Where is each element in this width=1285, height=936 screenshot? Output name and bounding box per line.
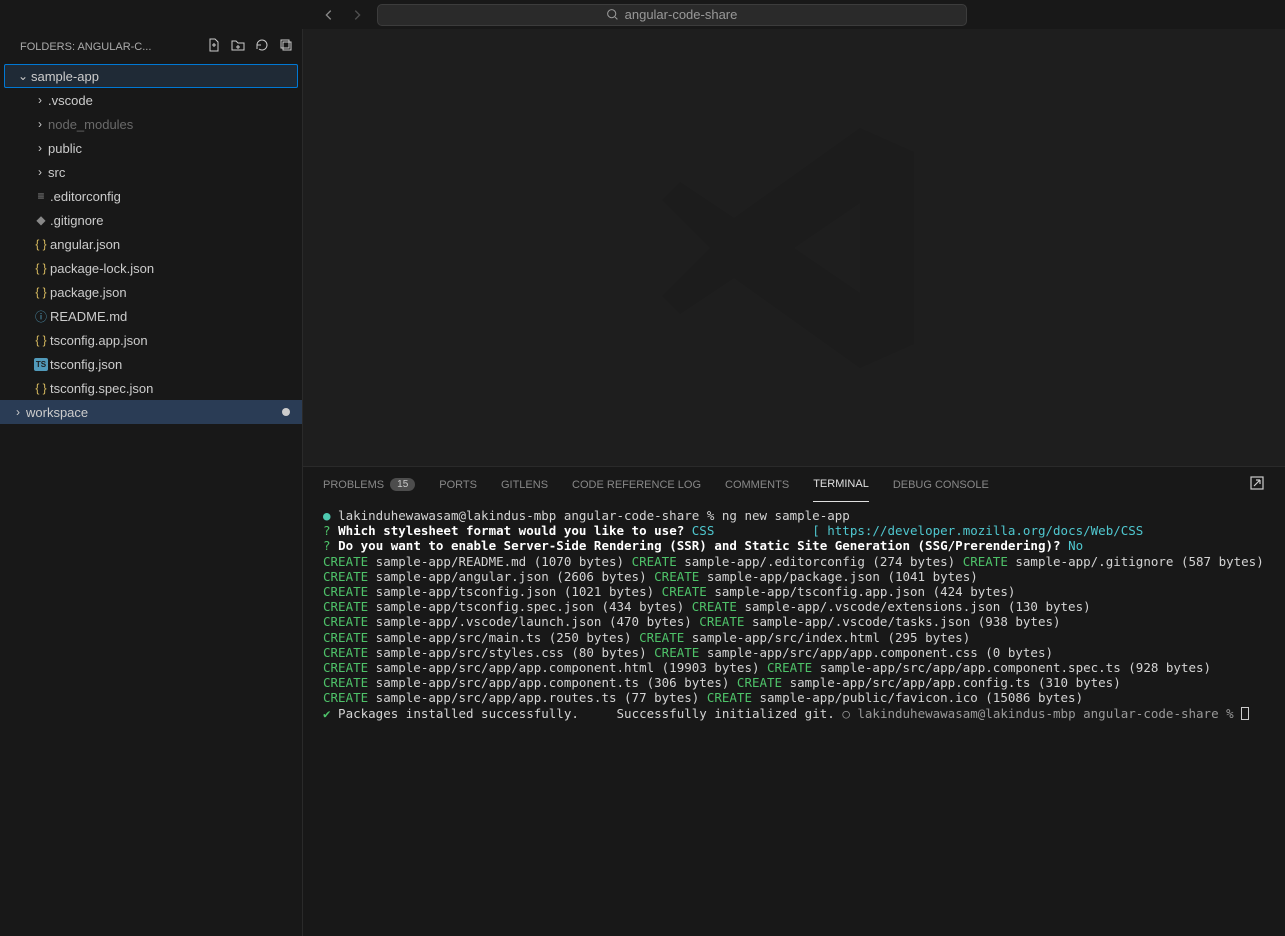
tree-file[interactable]: { }angular.json [0, 232, 302, 256]
chevron-right-icon: › [32, 141, 48, 155]
chevron-right-icon: › [32, 165, 48, 179]
tree-file[interactable]: ⓘREADME.md [0, 304, 302, 328]
explorer-title: FOLDERS: ANGULAR-C... [20, 41, 151, 53]
panel-tab-problems[interactable]: PROBLEMS15 [323, 467, 415, 502]
titlebar: angular-code-share [0, 0, 1285, 29]
panel-tab-ports[interactable]: PORTS [439, 467, 477, 502]
panel-tab-gitlens[interactable]: GITLENS [501, 467, 548, 502]
command-center[interactable]: angular-code-share [377, 4, 967, 26]
tree-file[interactable]: ≡.editorconfig [0, 184, 302, 208]
panel-tab-terminal[interactable]: TERMINAL [813, 467, 869, 502]
tree-file[interactable]: { }package.json [0, 280, 302, 304]
new-folder-icon[interactable] [230, 37, 246, 56]
panel-tab-comments[interactable]: COMMENTS [725, 467, 789, 502]
tree-folder[interactable]: ›public [0, 136, 302, 160]
bottom-panel: PROBLEMS15 PORTS GITLENS CODE REFERENCE LOG… [303, 466, 1285, 936]
panel-tabs: PROBLEMS15 PORTS GITLENS CODE REFERENCE LOG… [303, 467, 1285, 502]
collapse-icon[interactable] [278, 37, 294, 56]
vscode-logo-icon [644, 98, 944, 398]
nav-back-icon[interactable] [319, 5, 339, 25]
search-icon [606, 8, 619, 21]
tree-folder[interactable]: ›src [0, 160, 302, 184]
tree-file[interactable]: { }tsconfig.app.json [0, 328, 302, 352]
tree-file[interactable]: { }package-lock.json [0, 256, 302, 280]
file-tree: ⌄ sample-app ›.vscode›node_modules›publi… [0, 64, 302, 936]
tree-file[interactable]: { }tsconfig.spec.json [0, 376, 302, 400]
badge: 15 [390, 478, 415, 491]
nav-forward-icon[interactable] [347, 5, 367, 25]
tree-workspace[interactable]: › workspace [0, 400, 302, 424]
refresh-icon[interactable] [254, 37, 270, 56]
chevron-right-icon: › [10, 405, 26, 419]
maximize-panel-icon[interactable] [1249, 475, 1265, 494]
chevron-down-icon: ⌄ [15, 69, 31, 83]
terminal-output[interactable]: ● lakinduhewawasam@lakindus-mbp angular-… [303, 502, 1285, 936]
new-file-icon[interactable] [206, 37, 222, 56]
chevron-right-icon: › [32, 117, 48, 131]
tree-folder[interactable]: ›.vscode [0, 88, 302, 112]
tree-folder[interactable]: ›node_modules [0, 112, 302, 136]
editor-watermark [303, 29, 1285, 466]
explorer-sidebar: FOLDERS: ANGULAR-C... ⌄ sample-app ›.vsc… [0, 29, 303, 936]
tree-root[interactable]: ⌄ sample-app [4, 64, 298, 88]
search-text: angular-code-share [625, 7, 738, 22]
panel-tab-code-reference-log[interactable]: CODE REFERENCE LOG [572, 467, 701, 502]
modified-indicator [282, 408, 290, 416]
tree-file[interactable]: TStsconfig.json [0, 352, 302, 376]
panel-tab-debug-console[interactable]: DEBUG CONSOLE [893, 467, 989, 502]
chevron-right-icon: › [32, 93, 48, 107]
tree-file[interactable]: ◆.gitignore [0, 208, 302, 232]
